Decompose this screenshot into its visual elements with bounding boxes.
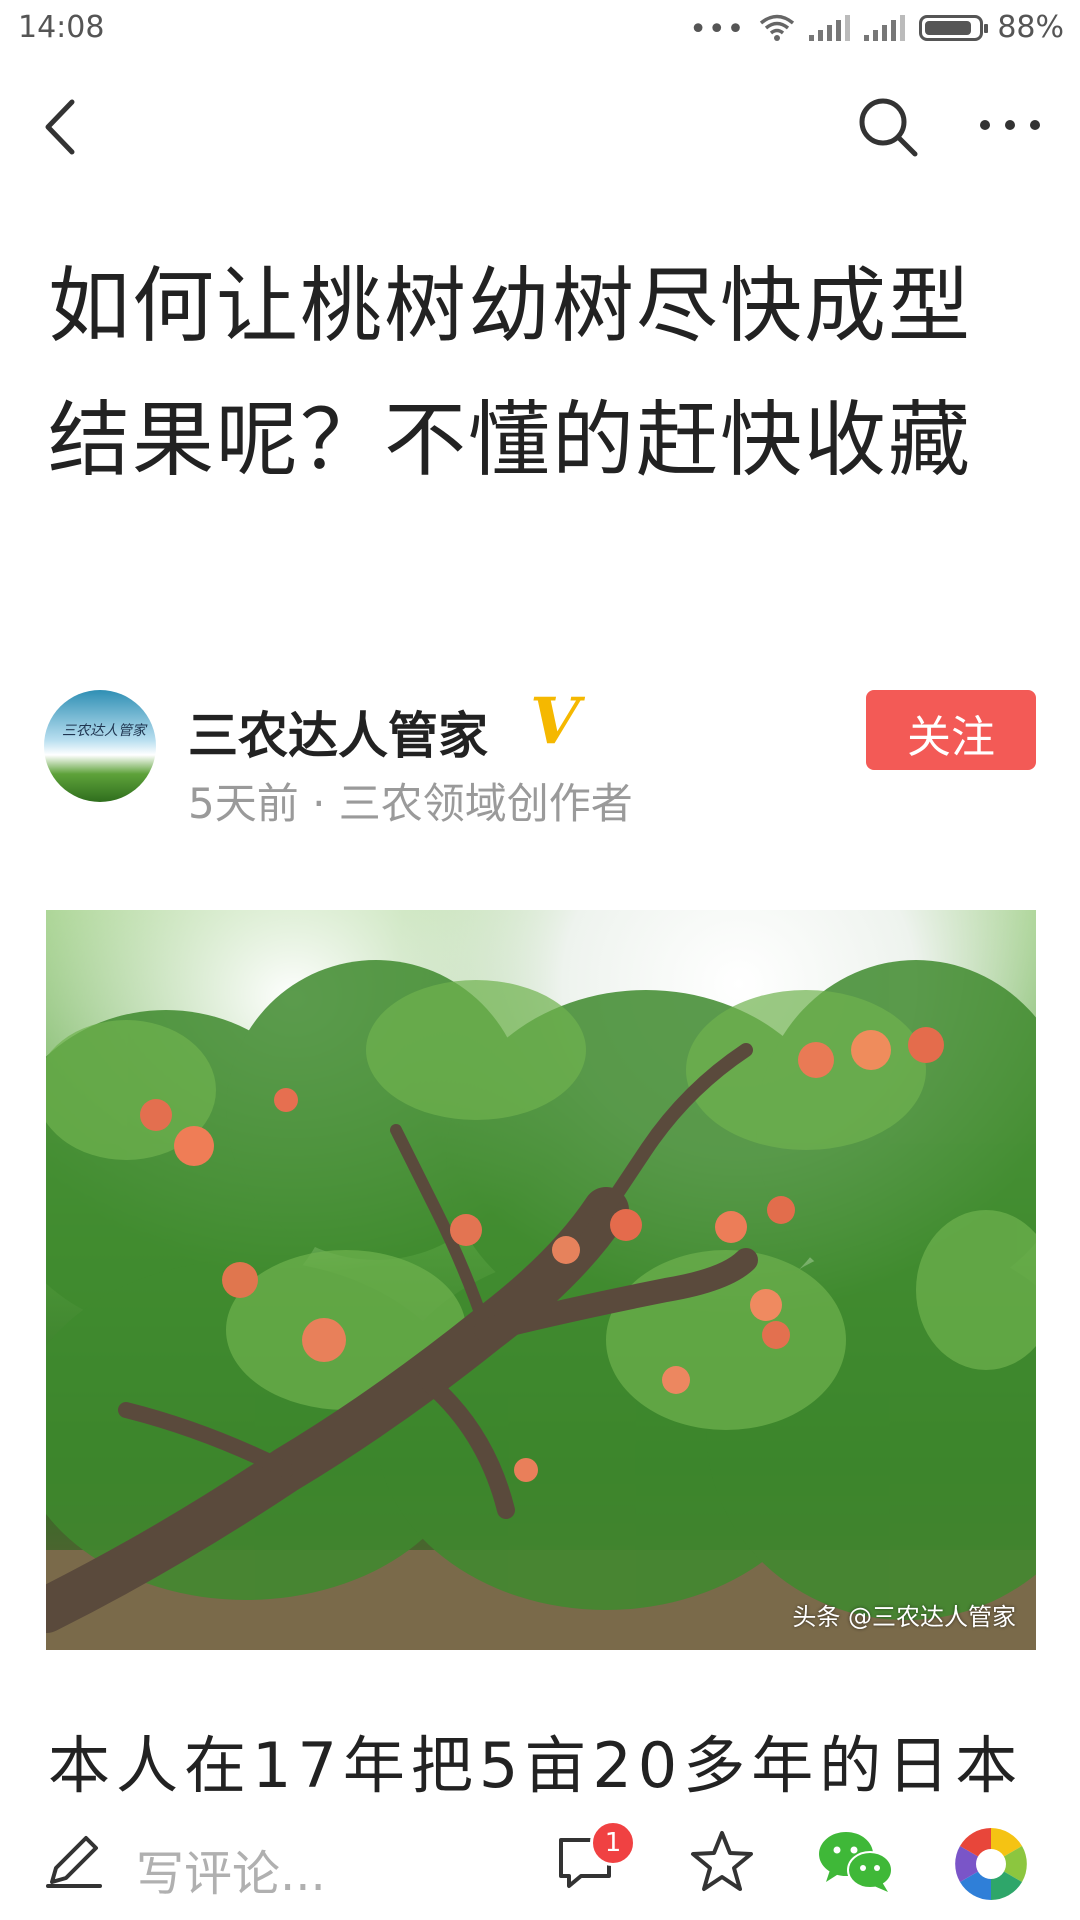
battery-percent: 88% xyxy=(997,10,1064,45)
edit-icon[interactable] xyxy=(44,1830,104,1890)
author-meta: 5天前 · 三农领域创作者 xyxy=(188,779,633,828)
favorite-star-icon[interactable] xyxy=(688,1828,756,1896)
top-nav xyxy=(0,80,1080,170)
wechat-icon[interactable] xyxy=(816,1826,896,1896)
article-screen: 14:08 ••• 88% 如何让桃树幼树尽快成型结果呢？不懂的赶快收藏 三农达… xyxy=(0,0,1080,1920)
wifi-icon xyxy=(760,14,795,41)
author-avatar[interactable]: 三农达人管家 xyxy=(44,690,156,802)
status-indicators: ••• 88% xyxy=(689,10,1064,45)
moments-icon[interactable] xyxy=(953,1826,1029,1902)
back-chevron-icon[interactable] xyxy=(36,94,86,160)
notification-dots-icon: ••• xyxy=(689,11,746,47)
comment-count-badge: 1 xyxy=(590,1820,636,1866)
battery-level-fill xyxy=(925,20,972,35)
article-title: 如何让桃树幼树尽快成型结果呢？不懂的赶快收藏 xyxy=(48,259,973,488)
cell-signal-icon-2 xyxy=(864,14,906,41)
search-icon[interactable] xyxy=(855,94,921,160)
image-watermark: 头条 @三农达人管家 xyxy=(792,1603,1016,1631)
more-dots-icon[interactable] xyxy=(975,110,1045,140)
follow-button[interactable]: 关注 xyxy=(866,690,1036,770)
avatar-logo-lettering: 三农达人管家 xyxy=(62,723,146,739)
status-time: 14:08 xyxy=(18,10,105,45)
cell-signal-icon-1 xyxy=(809,14,851,41)
author-row: 三农达人管家 三农达人管家 V 5天前 · 三农领域创作者 关注 xyxy=(44,684,1044,828)
bottom-action-bar: 写评论... 1 xyxy=(0,1800,1080,1920)
article-body-text: 本人在17年把5亩20多年的日本 xyxy=(48,1729,1024,1802)
article-image[interactable]: 头条 @三农达人管家 xyxy=(46,910,1036,1650)
comment-input[interactable]: 写评论... xyxy=(136,1834,326,1904)
peach-tree-illustration xyxy=(46,960,1036,1650)
author-name[interactable]: 三农达人管家 xyxy=(188,696,488,768)
verified-badge-icon: V xyxy=(530,684,580,759)
battery-icon xyxy=(919,14,989,41)
status-bar: 14:08 ••• 88% xyxy=(0,0,1080,60)
